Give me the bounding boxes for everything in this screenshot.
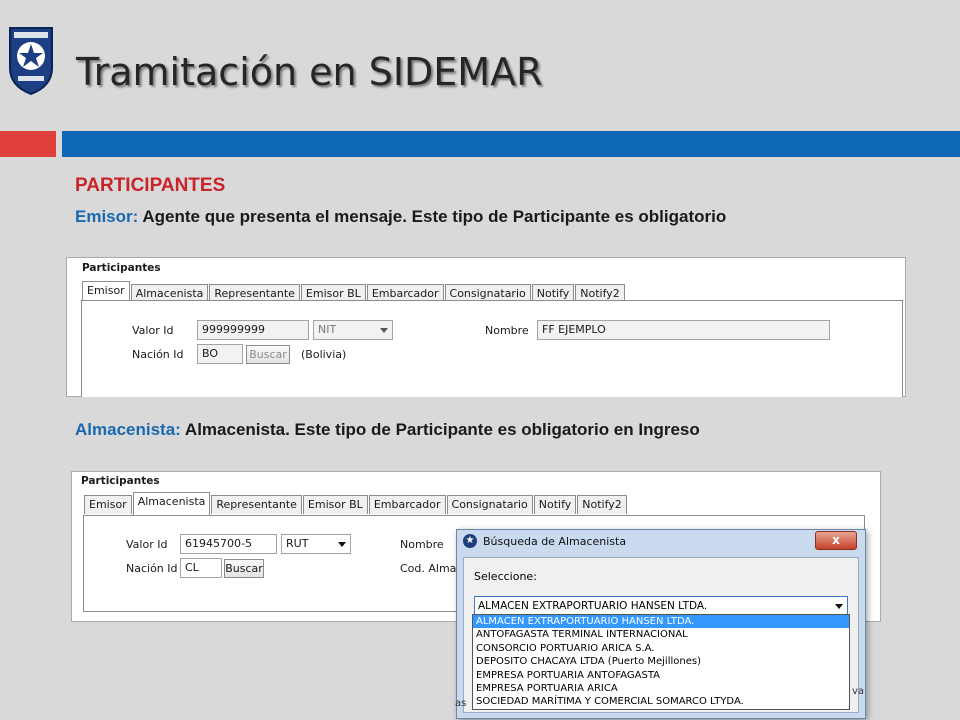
tab-consignatario[interactable]: Consignatario xyxy=(446,495,533,514)
accent-bar-red xyxy=(0,131,56,157)
emisor-text: Agente que presenta el mensaje. Este tip… xyxy=(138,207,727,226)
valor-id-field[interactable]: 999999999 xyxy=(197,320,309,340)
chevron-down-icon xyxy=(380,328,388,333)
tab-representante[interactable]: Representante xyxy=(211,495,302,514)
buscar-button[interactable]: Buscar xyxy=(246,345,290,364)
aduanas-chile-logo xyxy=(9,27,53,96)
almacenista-select[interactable]: ALMACEN EXTRAPORTUARIO HANSEN LTDA. xyxy=(474,596,848,616)
emisor-screenshot: Participantes Emisor Almacenista Represe… xyxy=(66,257,906,397)
list-item[interactable]: SOCIEDAD MARÍTIMA Y COMERCIAL SOMARCO LT… xyxy=(473,695,849,708)
nacion-id-label: Nación Id xyxy=(126,562,178,575)
participantes-group-title: Participantes xyxy=(81,475,160,487)
selected-value: ALMACEN EXTRAPORTUARIO HANSEN LTDA. xyxy=(478,600,708,612)
nombre-field[interactable]: FF EJEMPLO xyxy=(537,320,830,340)
list-item[interactable]: EMPRESA PORTUARIA ANTOFAGASTA xyxy=(473,669,849,682)
nacion-id-field[interactable]: CL xyxy=(180,558,222,578)
tab-notify2[interactable]: Notify2 xyxy=(577,495,627,514)
section-heading: PARTICIPANTES xyxy=(75,175,226,196)
star-icon: ★ xyxy=(463,534,477,548)
list-item[interactable]: ANTOFAGASTA TERMINAL INTERNACIONAL xyxy=(473,628,849,641)
close-button[interactable]: x xyxy=(815,531,857,550)
id-type-value: NIT xyxy=(318,323,337,336)
list-item[interactable]: CONSORCIO PORTUARIO ARICA S.A. xyxy=(473,642,849,655)
country-name: (Bolivia) xyxy=(301,348,347,361)
almacenista-label: Almacenista: xyxy=(75,420,181,439)
tab-emisor[interactable]: Emisor xyxy=(84,495,132,514)
dialog-title: Búsqueda de Almacenista xyxy=(483,535,627,548)
nombre-label: Nombre xyxy=(400,538,444,551)
list-item[interactable]: ALMACEN EXTRAPORTUARIO HANSEN LTDA. xyxy=(473,615,849,629)
valor-id-label: Valor Id xyxy=(126,538,168,551)
list-item[interactable]: EMPRESA PORTUARIA ARICA xyxy=(473,682,849,695)
partial-text-left: as xyxy=(455,698,467,709)
valor-id-label: Valor Id xyxy=(132,324,174,337)
id-type-select[interactable]: NIT xyxy=(313,320,393,340)
emisor-description: Emisor: Agente que presenta el mensaje. … xyxy=(75,207,726,227)
participant-tabs: Emisor Almacenista Representante Emisor … xyxy=(84,491,628,515)
buscar-button[interactable]: Buscar xyxy=(224,559,264,578)
id-type-value: RUT xyxy=(286,537,309,550)
valor-id-field[interactable]: 61945700-5 xyxy=(180,534,277,554)
tab-almacenista[interactable]: Almacenista xyxy=(132,492,211,515)
almacenista-options-list[interactable]: ALMACEN EXTRAPORTUARIO HANSEN LTDA. ANTO… xyxy=(472,614,850,710)
nacion-id-label: Nación Id xyxy=(132,348,184,361)
id-type-select[interactable]: RUT xyxy=(281,534,351,554)
seleccione-label: Seleccione: xyxy=(474,570,537,583)
almacenista-text: Almacenista. Este tipo de Participante e… xyxy=(180,420,700,439)
participantes-group-title: Participantes xyxy=(82,262,161,274)
list-item[interactable]: DEPOSITO CHACAYA LTDA (Puerto Mejillones… xyxy=(473,655,849,668)
chevron-down-icon xyxy=(338,542,346,547)
slide-title: Tramitación en SIDEMAR xyxy=(76,50,543,94)
partial-text-right: va xyxy=(852,686,865,697)
tab-embarcador[interactable]: Embarcador xyxy=(368,495,446,514)
accent-bar-blue xyxy=(62,131,960,157)
nacion-id-field[interactable]: BO xyxy=(197,344,243,364)
tab-notify[interactable]: Notify xyxy=(533,495,577,514)
nombre-label: Nombre xyxy=(485,324,529,337)
tab-emisor-bl[interactable]: Emisor BL xyxy=(302,495,368,514)
chevron-down-icon xyxy=(835,604,843,609)
emisor-label: Emisor: xyxy=(75,207,139,226)
almacenista-description: Almacenista: Almacenista. Este tipo de P… xyxy=(75,420,700,440)
